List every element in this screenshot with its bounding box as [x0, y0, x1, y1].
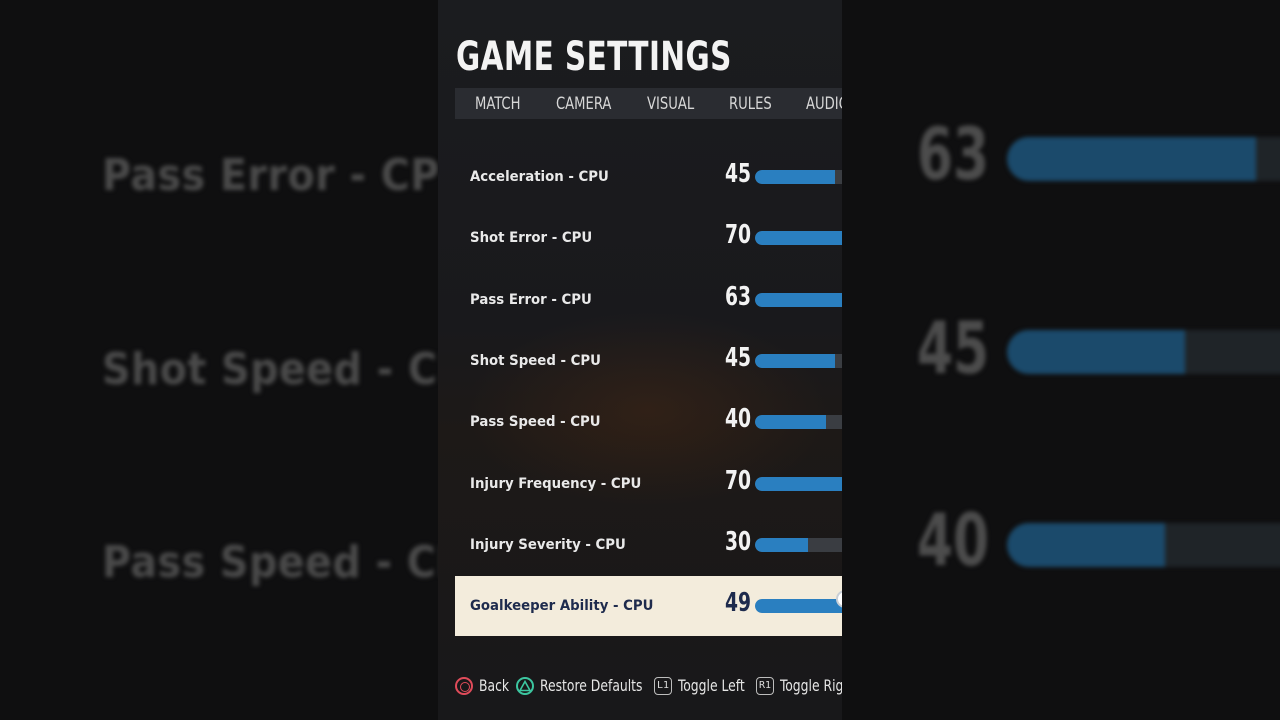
slider-fill	[755, 537, 808, 552]
slider-fill	[755, 231, 842, 246]
setting-label: Injury Frequency - CPU	[470, 475, 642, 492]
setting-row[interactable]: Shot Error - CPU 70	[455, 208, 842, 268]
button-hints: Back Restore Defaults L1 Toggle Left R1 …	[455, 676, 842, 702]
setting-label: Goalkeeper Ability - CPU	[470, 598, 654, 615]
restore-defaults-label: Restore Defaults	[540, 676, 643, 695]
setting-label: Shot Speed - CPU	[470, 352, 601, 369]
bg-label: Pass Speed - CPU	[102, 537, 438, 588]
setting-row[interactable]: Injury Severity - CPU 30	[455, 515, 842, 575]
setting-slider[interactable]	[755, 599, 842, 614]
setting-slider[interactable]	[755, 353, 842, 368]
toggle-left-hint[interactable]: L1 Toggle Left	[654, 676, 756, 695]
setting-row[interactable]: Pass Error - CPU 63	[455, 270, 842, 330]
bg-label: Shot Speed - CPU	[102, 344, 438, 395]
setting-slider[interactable]	[755, 476, 842, 491]
background-right: 63 45 40	[842, 0, 1280, 720]
setting-value: 63	[725, 281, 752, 312]
page-title: GAME SETTINGS	[456, 34, 732, 80]
background-left: Pass Error - CPU Shot Speed - CPU Pass S…	[0, 0, 438, 720]
setting-label: Acceleration - CPU	[470, 169, 609, 185]
settings-panel: GAME SETTINGS MATCH CAMERA VISUAL RULES …	[438, 0, 842, 720]
r1-button-icon: R1	[756, 676, 775, 695]
bg-value: 40	[917, 498, 990, 582]
tab-rules[interactable]: RULES	[729, 94, 772, 114]
slider-fill	[755, 599, 842, 614]
bg-value: 63	[917, 112, 990, 196]
bg-label: Pass Error - CPU	[102, 150, 438, 201]
bg-slider-fill	[1007, 523, 1165, 567]
setting-value: 40	[725, 404, 752, 435]
setting-slider[interactable]	[755, 415, 842, 430]
slider-fill	[755, 415, 826, 430]
slider-fill	[755, 353, 835, 368]
setting-slider[interactable]	[755, 170, 842, 184]
setting-label: Injury Severity - CPU	[470, 536, 626, 553]
bg-slider-fill	[1007, 137, 1256, 181]
setting-value: 49	[725, 588, 752, 619]
toggle-left-label: Toggle Left	[678, 676, 745, 695]
circle-button-icon	[455, 676, 473, 695]
slider-fill	[755, 170, 835, 184]
bg-value: 45	[917, 306, 990, 390]
back-label: Back	[479, 676, 510, 695]
toggle-right-label: Toggle Right	[780, 676, 842, 695]
setting-slider[interactable]	[755, 537, 842, 552]
restore-defaults-hint[interactable]: Restore Defaults	[516, 676, 659, 695]
back-hint[interactable]: Back	[455, 676, 514, 695]
setting-label: Pass Error - CPU	[470, 291, 592, 308]
setting-label: Pass Speed - CPU	[470, 414, 601, 431]
slider-fill	[755, 476, 842, 491]
bg-slider	[1007, 330, 1280, 374]
setting-row[interactable]: Acceleration - CPU 45	[455, 147, 842, 207]
tab-match[interactable]: MATCH	[475, 94, 520, 114]
tab-camera[interactable]: CAMERA	[556, 94, 611, 114]
bg-slider	[1007, 523, 1280, 567]
tab-bar: MATCH CAMERA VISUAL RULES AUDIO	[455, 88, 842, 119]
setting-slider[interactable]	[755, 292, 842, 307]
setting-value: 70	[725, 465, 752, 496]
bg-slider	[1007, 137, 1280, 181]
setting-value: 45	[725, 342, 752, 373]
toggle-right-hint[interactable]: R1 Toggle Right	[756, 676, 842, 695]
setting-row[interactable]: Pass Speed - CPU 40	[455, 392, 842, 452]
l1-button-icon: L1	[654, 676, 673, 695]
triangle-button-icon	[516, 676, 534, 695]
setting-value: 70	[725, 220, 752, 251]
tab-audio[interactable]: AUDIO	[806, 94, 842, 114]
setting-label: Shot Error - CPU	[470, 230, 593, 247]
bg-slider-fill	[1007, 330, 1185, 374]
setting-value: 30	[725, 526, 752, 557]
tab-visual[interactable]: VISUAL	[647, 94, 694, 114]
slider-fill	[755, 292, 842, 307]
setting-row[interactable]: Injury Frequency - CPU 70	[455, 454, 842, 514]
setting-slider[interactable]	[755, 231, 842, 246]
setting-row[interactable]: Shot Speed - CPU 45	[455, 331, 842, 391]
setting-value: 45	[725, 159, 752, 189]
setting-row[interactable]: Goalkeeper Ability - CPU 49	[455, 576, 842, 637]
